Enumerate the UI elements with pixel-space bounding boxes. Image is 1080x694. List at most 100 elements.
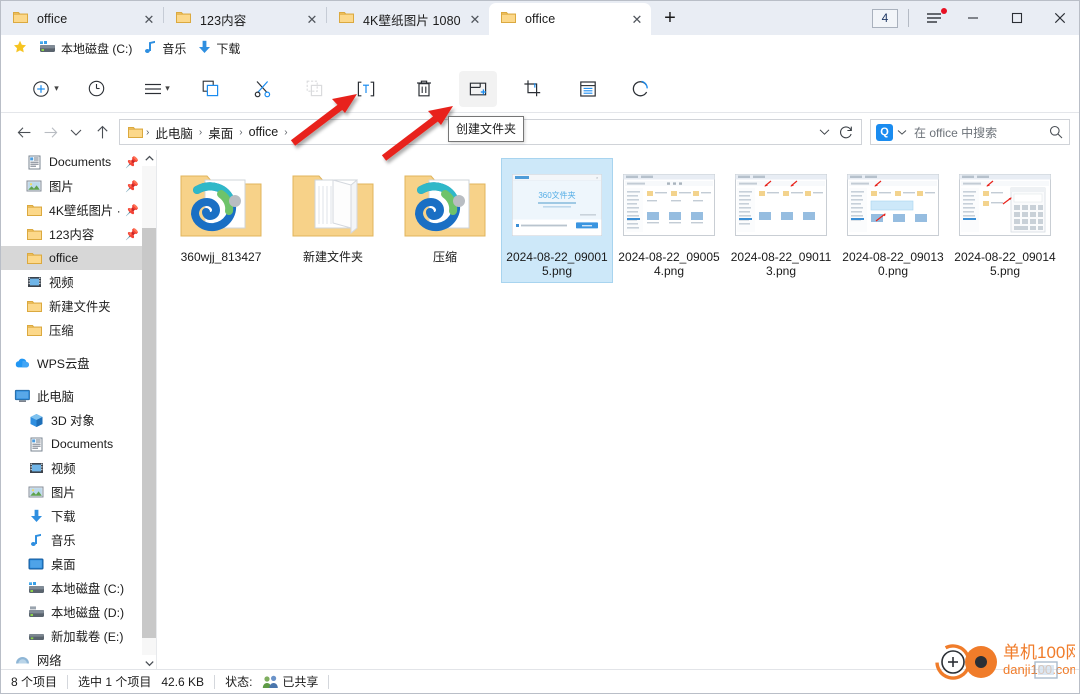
breadcrumb-separator[interactable]: › bbox=[196, 127, 205, 138]
sidebar-item-label: 音乐 bbox=[51, 534, 76, 548]
tab-123neirong[interactable]: 123内容 ✕ bbox=[164, 3, 326, 35]
breadcrumb-office[interactable]: office bbox=[246, 125, 282, 139]
sidebar-item-123neirong[interactable]: 123内容 📌 bbox=[1, 222, 143, 246]
folder-icon bbox=[13, 11, 28, 27]
sidebar-item-new-folder[interactable]: 新建文件夹 bbox=[1, 294, 143, 318]
tab-office-1[interactable]: office ✕ bbox=[1, 3, 163, 35]
file-list-view[interactable]: 360wjj_813427 新建文件夹 压缩 × 360文件夹 2024-08-… bbox=[157, 150, 1079, 671]
file-item-360wjj[interactable]: 360wjj_813427 bbox=[165, 158, 277, 283]
chevron-down-icon[interactable] bbox=[897, 129, 907, 136]
breadcrumb-this-pc[interactable]: 此电脑 bbox=[152, 123, 196, 142]
chevron-down-icon[interactable] bbox=[813, 120, 835, 144]
file-thumbnail bbox=[845, 163, 941, 247]
delete-button[interactable] bbox=[407, 71, 441, 107]
history-button[interactable] bbox=[79, 71, 113, 107]
tab-office-active[interactable]: office ✕ bbox=[489, 3, 651, 35]
file-item-compressed[interactable]: 压缩 bbox=[389, 158, 501, 283]
shared-users-icon bbox=[262, 675, 282, 689]
quick-item-favorites[interactable] bbox=[13, 40, 27, 57]
minimize-button[interactable] bbox=[951, 2, 995, 35]
pictures-icon bbox=[25, 179, 43, 193]
file-thumbnail bbox=[957, 163, 1053, 247]
new-folder-button[interactable] bbox=[459, 70, 497, 107]
file-item-png-054[interactable]: 2024-08-22_090054.png bbox=[613, 158, 725, 283]
cut-button[interactable] bbox=[245, 71, 279, 107]
close-button[interactable] bbox=[1039, 2, 1079, 35]
sidebar-item-label: office bbox=[49, 251, 79, 265]
search-provider-icon[interactable]: Q bbox=[876, 123, 893, 141]
up-button[interactable] bbox=[89, 118, 115, 146]
refresh-button[interactable] bbox=[835, 120, 857, 144]
maximize-button[interactable] bbox=[995, 2, 1039, 35]
sidebar-item-videos[interactable]: 视频 bbox=[1, 456, 143, 480]
sidebar-item-pictures-quick[interactable]: 图片 📌 bbox=[1, 174, 143, 198]
breadcrumb-separator[interactable]: › bbox=[236, 127, 245, 138]
copy-button[interactable] bbox=[193, 71, 227, 107]
scrollbar-thumb[interactable] bbox=[142, 228, 156, 638]
sidebar-item-this-pc[interactable]: 此电脑 bbox=[1, 384, 143, 408]
search-input[interactable]: 在 office 中搜索 bbox=[914, 124, 1049, 141]
tab-4k-wallpaper[interactable]: 4K壁纸图片 1080 ✕ bbox=[327, 3, 489, 35]
search-box[interactable]: Q 在 office 中搜索 bbox=[870, 119, 1070, 145]
documents-icon bbox=[27, 437, 45, 452]
file-item-png-145[interactable]: 2024-08-22_090145.png bbox=[949, 158, 1061, 283]
sidebar-item-3d-objects[interactable]: 3D 对象 bbox=[1, 408, 143, 432]
sidebar-item-wps-cloud[interactable]: WPS云盘 bbox=[1, 351, 143, 375]
sidebar-item-compressed[interactable]: 压缩 bbox=[1, 318, 143, 342]
file-item-png-130[interactable]: 2024-08-22_090130.png bbox=[837, 158, 949, 283]
sidebar-item-videos-quick[interactable]: 视频 bbox=[1, 270, 143, 294]
sidebar-item-desktop[interactable]: 桌面 bbox=[1, 552, 143, 576]
sidebar-item-documents-quick[interactable]: Documents 📌 bbox=[1, 150, 143, 174]
status-item-count: 8 个项目 bbox=[11, 675, 58, 689]
hamburger-menu-icon[interactable] bbox=[917, 2, 951, 35]
magnifier-icon[interactable] bbox=[1049, 125, 1063, 139]
drive-icon bbox=[39, 40, 56, 57]
svg-text:360文件夹: 360文件夹 bbox=[538, 190, 575, 200]
sidebar-item-downloads[interactable]: 下载 bbox=[1, 504, 143, 528]
breadcrumb-separator[interactable]: › bbox=[143, 127, 152, 138]
pin-icon[interactable]: 📌 bbox=[125, 204, 139, 217]
sidebar-item-drive-c[interactable]: 本地磁盘 (C:) bbox=[1, 576, 143, 600]
paste-button[interactable] bbox=[297, 71, 331, 107]
sidebar-item-drive-d[interactable]: 本地磁盘 (D:) bbox=[1, 600, 143, 624]
sidebar-scrollbar[interactable] bbox=[142, 150, 156, 671]
sidebar-item-4k-wallpaper[interactable]: 4K壁纸图片 · 📌 bbox=[1, 198, 143, 222]
recent-locations-button[interactable] bbox=[63, 118, 89, 146]
new-button[interactable]: ▾ bbox=[23, 71, 67, 107]
close-icon[interactable]: ✕ bbox=[302, 9, 322, 29]
navigation-pane: Documents 📌 图片 📌 4K壁纸图片 · 📌 123内容 📌 offi… bbox=[1, 150, 157, 671]
sidebar-item-drive-e[interactable]: 新加载卷 (E:) bbox=[1, 624, 143, 648]
file-item-png-015[interactable]: × 360文件夹 2024-08-22_090015.png bbox=[501, 158, 613, 283]
pin-icon[interactable]: 📌 bbox=[125, 228, 139, 241]
back-button[interactable] bbox=[11, 118, 37, 146]
sidebar-item-music[interactable]: 音乐 bbox=[1, 528, 143, 552]
forward-button[interactable] bbox=[37, 118, 63, 146]
rename-button[interactable] bbox=[349, 71, 383, 107]
quick-item-drive-c[interactable]: 本地磁盘 (C:) bbox=[39, 40, 132, 57]
breadcrumb-desktop[interactable]: 桌面 bbox=[205, 123, 236, 142]
quick-item-label: 下载 bbox=[216, 42, 241, 56]
preview-pane-button[interactable] bbox=[571, 71, 605, 107]
refresh-edge-icon[interactable] bbox=[623, 71, 657, 107]
sidebar-item-office[interactable]: office bbox=[1, 246, 143, 270]
sidebar-item-documents[interactable]: Documents bbox=[1, 432, 143, 456]
file-item-new-folder[interactable]: 新建文件夹 bbox=[277, 158, 389, 283]
quick-item-downloads[interactable]: 下载 bbox=[198, 40, 240, 57]
close-icon[interactable]: ✕ bbox=[465, 9, 485, 29]
new-tab-button[interactable]: + bbox=[655, 3, 685, 33]
pin-icon[interactable]: 📌 bbox=[125, 180, 139, 193]
sidebar-item-network[interactable]: 网络 bbox=[1, 648, 143, 671]
sidebar-item-pictures[interactable]: 图片 bbox=[1, 480, 143, 504]
breadcrumb-separator[interactable]: › bbox=[281, 127, 290, 138]
crop-button[interactable] bbox=[515, 71, 549, 107]
close-icon[interactable]: ✕ bbox=[627, 9, 647, 29]
status-state-value: 已共享 bbox=[282, 675, 319, 689]
tab-count-badge[interactable]: 4 bbox=[872, 8, 898, 28]
file-item-png-113[interactable]: 2024-08-22_090113.png bbox=[725, 158, 837, 283]
close-icon[interactable]: ✕ bbox=[139, 9, 159, 29]
scroll-up-button[interactable] bbox=[142, 150, 156, 166]
sort-view-button[interactable]: ▾ bbox=[135, 71, 179, 107]
quick-item-music[interactable]: 音乐 bbox=[144, 40, 186, 57]
pin-icon[interactable]: 📌 bbox=[125, 156, 139, 169]
folder-icon bbox=[25, 252, 43, 265]
